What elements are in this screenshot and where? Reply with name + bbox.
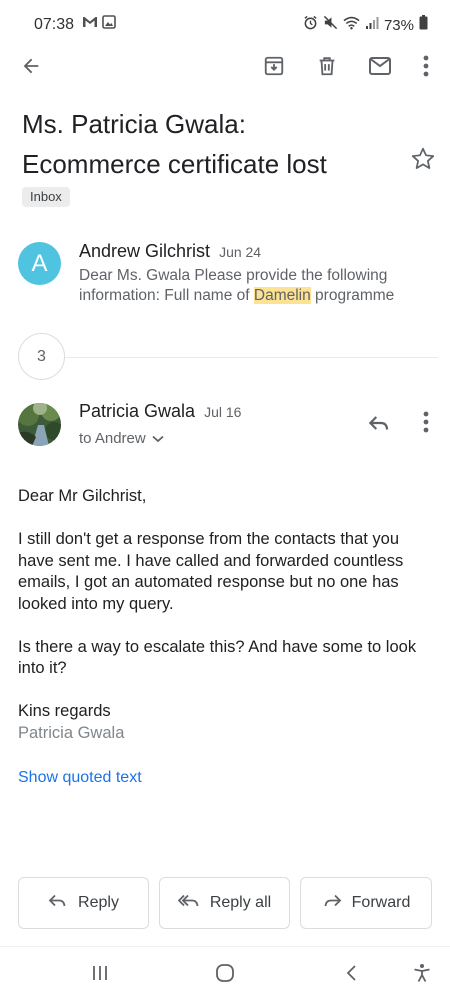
snippet-text-end: programme — [310, 287, 395, 304]
delete-icon — [316, 55, 338, 82]
battery-icon — [419, 15, 428, 35]
forward-icon — [322, 893, 342, 914]
more-vert-icon — [423, 55, 429, 82]
back-arrow-icon — [20, 55, 42, 82]
home-icon — [215, 963, 235, 988]
collapsed-messages: 3 — [0, 333, 450, 381]
subject-line-2: Ecommerce certificate lost — [22, 149, 327, 179]
message-more-button[interactable] — [414, 410, 438, 438]
signal-icon — [365, 16, 379, 35]
star-button[interactable] — [410, 146, 438, 174]
reply-all-icon — [177, 893, 200, 914]
reply-all-button-label: Reply all — [209, 894, 272, 911]
message-andrew-gilchrist[interactable]: A Andrew Gilchrist Jun 24 Dear Ms. Gwala… — [0, 228, 450, 318]
image-notification-icon — [102, 15, 116, 34]
archive-button[interactable] — [258, 52, 290, 84]
battery-percent: 73% — [383, 16, 414, 34]
inbox-label-chip[interactable]: Inbox — [22, 187, 70, 207]
message-snippet: Dear Ms. Gwala Please provide the follow… — [79, 266, 439, 306]
message-body: Dear Mr Gilchrist, I still don't get a r… — [18, 486, 438, 744]
recent-apps-button[interactable] — [88, 963, 112, 987]
mute-icon — [323, 15, 338, 35]
avatar — [18, 403, 61, 446]
mark-unread-icon — [368, 55, 392, 82]
body-signature: Patricia Gwala — [18, 723, 125, 742]
show-quoted-text-link[interactable]: Show quoted text — [18, 769, 142, 787]
divider — [64, 357, 438, 358]
alarm-icon — [303, 15, 318, 35]
accessibility-icon — [412, 963, 432, 988]
body-greeting: Dear Mr Gilchrist, — [18, 487, 147, 505]
home-button[interactable] — [213, 963, 237, 987]
reply-button[interactable]: Reply — [18, 877, 149, 929]
body-paragraph-2: Is there a way to escalate this? And hav… — [18, 637, 417, 678]
mark-unread-button[interactable] — [364, 52, 396, 84]
recent-apps-icon — [91, 964, 109, 987]
avatar: A — [18, 242, 61, 285]
sender-name: Andrew Gilchrist — [79, 241, 211, 261]
body-closing: Kins regards — [18, 702, 111, 720]
email-subject: Ms. Patricia Gwala: Ecommerce certificat… — [22, 104, 392, 184]
system-navigation-bar — [0, 946, 450, 1000]
body-paragraph-1: I still don't get a response from the co… — [18, 530, 404, 613]
chevron-left-icon — [345, 964, 359, 987]
back-nav-button[interactable] — [340, 963, 364, 987]
chevron-down-icon — [152, 430, 164, 447]
wifi-icon — [343, 16, 360, 35]
sender-row: Patricia Gwala Jul 16 — [79, 401, 241, 422]
message-reply-button[interactable] — [366, 410, 394, 438]
collapsed-count-button[interactable]: 3 — [18, 333, 65, 380]
reply-icon — [366, 416, 392, 440]
status-bar: 07:38 73% — [0, 0, 450, 48]
gmail-notification-icon — [82, 15, 98, 34]
archive-icon — [263, 55, 285, 82]
more-options-button[interactable] — [410, 52, 442, 84]
recipient-details-toggle[interactable]: to Andrew — [79, 430, 164, 447]
forward-button-label: Forward — [351, 894, 411, 911]
forward-button[interactable]: Forward — [300, 877, 432, 929]
search-highlight: Damelin — [253, 287, 311, 304]
email-toolbar — [0, 48, 450, 88]
message-patricia-gwala-header: Patricia Gwala Jul 16 to Andrew — [0, 398, 450, 458]
reply-button-label: Reply — [78, 894, 119, 911]
reply-all-button[interactable]: Reply all — [159, 877, 290, 929]
back-button[interactable] — [15, 52, 47, 84]
sender-name: Patricia Gwala — [79, 401, 196, 421]
message-date: Jun 24 — [219, 244, 262, 260]
status-right-icons: 73% — [303, 15, 428, 35]
delete-button[interactable] — [311, 52, 343, 84]
accessibility-button[interactable] — [410, 963, 434, 987]
recipient-text: to Andrew — [79, 430, 146, 447]
sender-row: Andrew Gilchrist Jun 24 — [79, 241, 261, 262]
more-vert-icon — [423, 411, 429, 438]
subject-line-1: Ms. Patricia Gwala: — [22, 109, 246, 139]
status-time: 07:38 — [34, 16, 75, 33]
reply-icon — [48, 893, 68, 914]
message-date: Jul 16 — [204, 404, 242, 420]
star-icon — [410, 147, 436, 176]
status-left-icons — [82, 15, 116, 34]
